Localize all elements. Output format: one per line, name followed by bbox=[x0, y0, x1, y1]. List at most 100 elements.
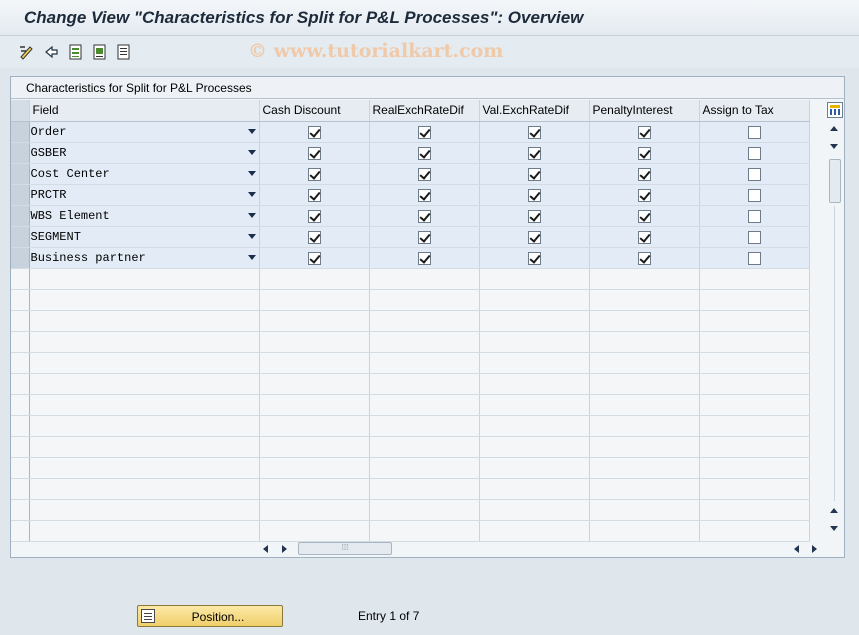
row-selector[interactable] bbox=[11, 247, 30, 269]
checkbox[interactable] bbox=[637, 251, 651, 265]
vertical-scroll-thumb[interactable] bbox=[829, 159, 841, 203]
empty-cell[interactable] bbox=[479, 310, 590, 332]
empty-cell[interactable] bbox=[369, 289, 480, 311]
column-header[interactable]: Assign to Tax bbox=[699, 100, 810, 122]
empty-cell[interactable] bbox=[369, 394, 480, 416]
empty-cell[interactable] bbox=[699, 331, 810, 353]
select-block-icon[interactable] bbox=[91, 43, 109, 61]
vertical-scrollbar[interactable] bbox=[826, 122, 844, 538]
empty-cell[interactable] bbox=[259, 457, 370, 479]
checkbox[interactable] bbox=[417, 125, 431, 139]
checkbox[interactable] bbox=[307, 230, 321, 244]
empty-cell[interactable] bbox=[589, 268, 700, 290]
checkbox[interactable] bbox=[527, 230, 541, 244]
checkbox[interactable] bbox=[747, 230, 761, 244]
checkbox[interactable] bbox=[417, 209, 431, 223]
empty-cell[interactable] bbox=[479, 394, 590, 416]
table-settings-icon[interactable] bbox=[827, 102, 843, 118]
empty-cell[interactable] bbox=[259, 352, 370, 374]
row-selector[interactable] bbox=[11, 478, 30, 500]
field-dropdown[interactable]: WBS Element bbox=[29, 205, 260, 227]
checkbox[interactable] bbox=[527, 167, 541, 181]
empty-cell[interactable] bbox=[699, 520, 810, 542]
empty-cell[interactable] bbox=[699, 373, 810, 395]
row-selector[interactable] bbox=[11, 226, 30, 248]
empty-cell[interactable] bbox=[699, 478, 810, 500]
row-selector[interactable] bbox=[11, 373, 30, 395]
empty-cell[interactable] bbox=[589, 436, 700, 458]
empty-cell[interactable] bbox=[479, 289, 590, 311]
checkbox[interactable] bbox=[637, 125, 651, 139]
display-change-icon[interactable] bbox=[18, 43, 36, 61]
scroll-up-icon[interactable] bbox=[830, 126, 838, 131]
dropdown-arrow-icon[interactable] bbox=[247, 191, 256, 197]
checkbox[interactable] bbox=[417, 167, 431, 181]
checkbox[interactable] bbox=[747, 209, 761, 223]
empty-cell[interactable] bbox=[589, 415, 700, 437]
empty-cell[interactable] bbox=[29, 499, 260, 521]
checkbox[interactable] bbox=[417, 230, 431, 244]
empty-cell[interactable] bbox=[369, 478, 480, 500]
checkbox[interactable] bbox=[307, 251, 321, 265]
empty-cell[interactable] bbox=[479, 436, 590, 458]
checkbox[interactable] bbox=[417, 146, 431, 160]
row-selector[interactable] bbox=[11, 499, 30, 521]
checkbox[interactable] bbox=[417, 188, 431, 202]
checkbox[interactable] bbox=[527, 125, 541, 139]
column-header[interactable]: Field bbox=[29, 100, 260, 122]
empty-cell[interactable] bbox=[589, 394, 700, 416]
field-dropdown[interactable]: SEGMENT bbox=[29, 226, 260, 248]
empty-cell[interactable] bbox=[29, 268, 260, 290]
empty-cell[interactable] bbox=[29, 373, 260, 395]
scroll-left-end-icon[interactable] bbox=[794, 545, 799, 553]
empty-cell[interactable] bbox=[369, 268, 480, 290]
column-header[interactable]: RealExchRateDif bbox=[369, 100, 480, 122]
field-dropdown[interactable]: Business partner bbox=[29, 247, 260, 269]
field-dropdown[interactable]: PRCTR bbox=[29, 184, 260, 206]
empty-cell[interactable] bbox=[29, 457, 260, 479]
empty-cell[interactable] bbox=[589, 499, 700, 521]
empty-cell[interactable] bbox=[29, 310, 260, 332]
row-selector[interactable] bbox=[11, 415, 30, 437]
checkbox[interactable] bbox=[637, 167, 651, 181]
checkbox[interactable] bbox=[747, 167, 761, 181]
empty-cell[interactable] bbox=[29, 436, 260, 458]
checkbox[interactable] bbox=[527, 209, 541, 223]
empty-cell[interactable] bbox=[259, 268, 370, 290]
empty-cell[interactable] bbox=[369, 457, 480, 479]
row-selector[interactable] bbox=[11, 394, 30, 416]
empty-cell[interactable] bbox=[699, 268, 810, 290]
empty-cell[interactable] bbox=[699, 499, 810, 521]
scroll-right-icon[interactable] bbox=[282, 545, 287, 553]
checkbox[interactable] bbox=[307, 146, 321, 160]
select-all-icon[interactable] bbox=[67, 43, 85, 61]
checkbox[interactable] bbox=[527, 188, 541, 202]
empty-cell[interactable] bbox=[479, 478, 590, 500]
checkbox[interactable] bbox=[307, 188, 321, 202]
empty-cell[interactable] bbox=[699, 310, 810, 332]
empty-cell[interactable] bbox=[369, 373, 480, 395]
empty-cell[interactable] bbox=[479, 373, 590, 395]
empty-cell[interactable] bbox=[589, 457, 700, 479]
checkbox[interactable] bbox=[747, 251, 761, 265]
empty-cell[interactable] bbox=[589, 478, 700, 500]
empty-cell[interactable] bbox=[479, 457, 590, 479]
deselect-all-icon[interactable] bbox=[115, 43, 133, 61]
checkbox[interactable] bbox=[307, 125, 321, 139]
empty-cell[interactable] bbox=[29, 331, 260, 353]
empty-cell[interactable] bbox=[699, 436, 810, 458]
empty-cell[interactable] bbox=[369, 520, 480, 542]
empty-cell[interactable] bbox=[259, 289, 370, 311]
empty-cell[interactable] bbox=[699, 289, 810, 311]
checkbox[interactable] bbox=[637, 146, 651, 160]
row-selector[interactable] bbox=[11, 163, 30, 185]
checkbox[interactable] bbox=[527, 251, 541, 265]
checkbox[interactable] bbox=[417, 251, 431, 265]
select-all-rows-header[interactable] bbox=[11, 100, 30, 122]
empty-cell[interactable] bbox=[479, 415, 590, 437]
scroll-page-down-icon[interactable] bbox=[830, 144, 838, 149]
checkbox[interactable] bbox=[307, 167, 321, 181]
empty-cell[interactable] bbox=[589, 310, 700, 332]
empty-cell[interactable] bbox=[259, 394, 370, 416]
empty-cell[interactable] bbox=[259, 520, 370, 542]
